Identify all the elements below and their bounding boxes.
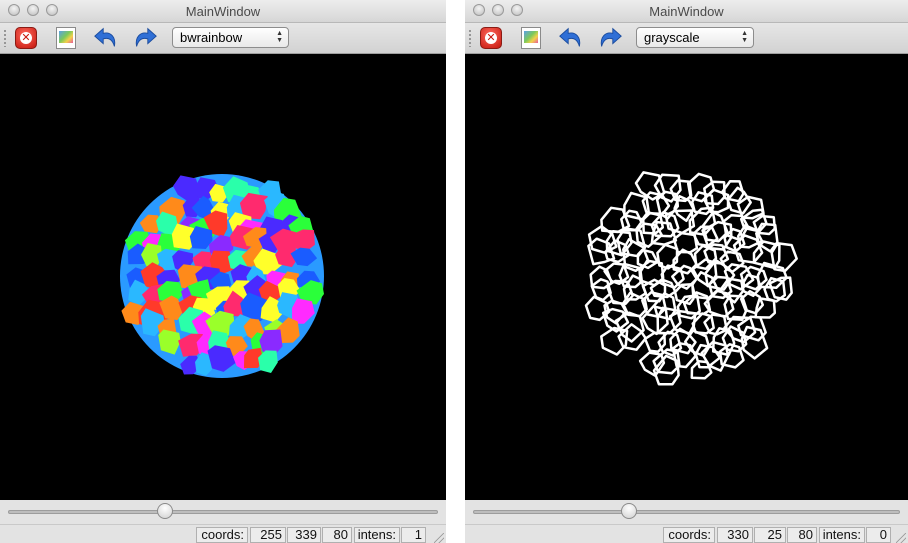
redo-icon	[600, 27, 622, 47]
cell	[690, 360, 713, 380]
main-window-left: MainWindow ✕ bwrainbow ▲ ▼ coords: 255 3…	[0, 0, 446, 543]
open-image-button[interactable]	[517, 25, 545, 51]
colormap-select[interactable]: bwrainbow ▲ ▼	[172, 27, 289, 48]
slice-slider[interactable]	[0, 500, 446, 524]
undo-button[interactable]	[92, 25, 120, 51]
coord-z: 80	[322, 527, 352, 543]
colormap-value: grayscale	[644, 30, 700, 45]
image-canvas[interactable]	[465, 54, 908, 500]
redo-button[interactable]	[596, 25, 624, 51]
slider-track[interactable]	[473, 510, 900, 514]
window-title: MainWindow	[649, 4, 724, 19]
redo-button[interactable]	[131, 25, 159, 51]
close-icon: ✕	[15, 27, 37, 49]
cell	[617, 323, 647, 351]
intens-label: intens:	[354, 527, 400, 543]
image-icon	[521, 27, 541, 49]
image-canvas[interactable]	[0, 54, 446, 500]
coord-z: 80	[787, 527, 817, 543]
intens-value: 0	[866, 527, 891, 543]
window-title: MainWindow	[185, 4, 261, 19]
resize-grip-icon[interactable]	[434, 533, 444, 543]
cell-boundaries-image	[584, 171, 798, 386]
open-image-button[interactable]	[52, 25, 80, 51]
toolbar-grip[interactable]	[468, 29, 472, 47]
toolbar-grip[interactable]	[3, 29, 7, 47]
slider-track[interactable]	[8, 510, 438, 514]
colormap-select[interactable]: grayscale ▲ ▼	[636, 27, 754, 48]
undo-button[interactable]	[557, 25, 585, 51]
status-bar: coords: 330 25 80 intens: 0	[465, 524, 908, 543]
slider-handle[interactable]	[157, 503, 174, 519]
segmented-cells-image	[120, 174, 324, 378]
redo-icon	[135, 27, 157, 47]
cell	[754, 297, 777, 319]
intens-label: intens:	[819, 527, 865, 543]
coords-label: coords:	[196, 527, 248, 543]
image-icon	[56, 27, 76, 49]
coord-y: 25	[754, 527, 786, 543]
main-window-right: MainWindow ✕ grayscale ▲ ▼ coords: 330 2…	[465, 0, 908, 543]
toolbar: ✕ grayscale ▲ ▼	[465, 23, 908, 54]
title-bar: MainWindow	[465, 0, 908, 23]
close-button[interactable]: ✕	[12, 25, 40, 51]
status-bar: coords: 255 339 80 intens: 1	[0, 524, 446, 543]
resize-grip-icon[interactable]	[896, 533, 906, 543]
coord-y: 339	[287, 527, 321, 543]
undo-icon	[94, 27, 116, 47]
colormap-value: bwrainbow	[180, 30, 243, 45]
coord-x: 255	[250, 527, 286, 543]
toolbar: ✕ bwrainbow ▲ ▼	[0, 23, 446, 54]
title-bar: MainWindow	[0, 0, 446, 23]
coords-label: coords:	[663, 527, 715, 543]
undo-icon	[559, 27, 581, 47]
intens-value: 1	[401, 527, 426, 543]
cell	[671, 342, 697, 369]
cell	[686, 172, 716, 203]
slice-slider[interactable]	[465, 500, 908, 524]
close-button[interactable]: ✕	[477, 25, 505, 51]
select-arrows-icon: ▲ ▼	[276, 30, 283, 44]
close-icon: ✕	[480, 27, 502, 49]
coord-x: 330	[717, 527, 753, 543]
select-arrows-icon: ▲ ▼	[741, 30, 748, 44]
slider-handle[interactable]	[620, 503, 637, 519]
